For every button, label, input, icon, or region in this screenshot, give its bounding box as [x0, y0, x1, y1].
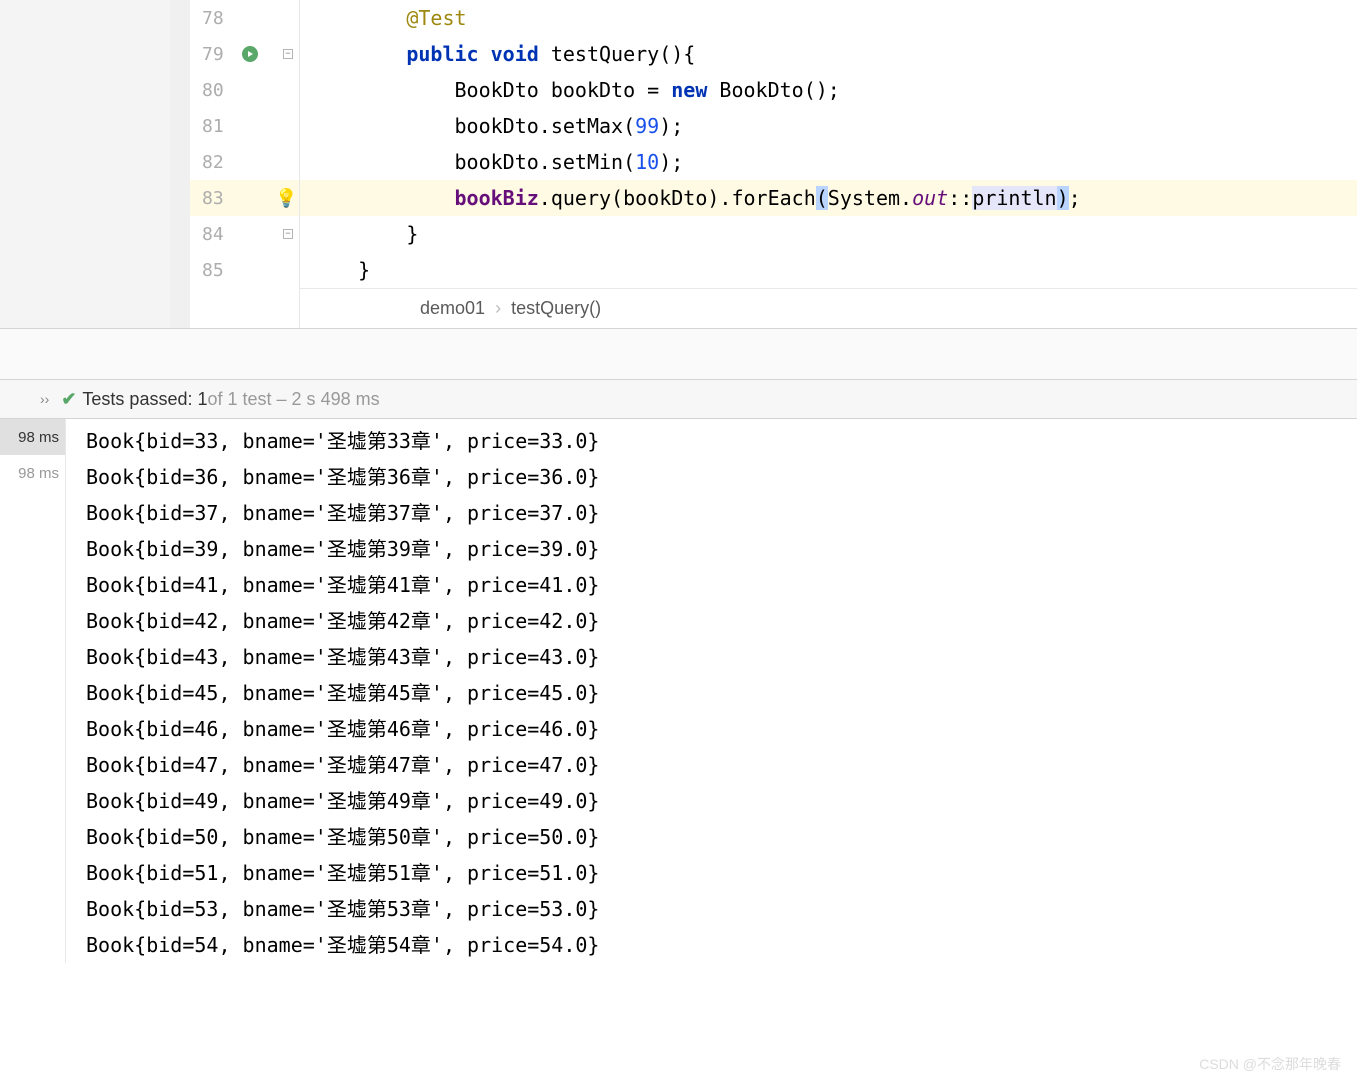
test-tree-sidebar[interactable]: 98 ms 98 ms	[0, 419, 66, 963]
line-number: 80	[202, 80, 224, 101]
intention-bulb-icon[interactable]: 💡	[275, 188, 297, 209]
output-area: 98 ms 98 ms Book{bid=33, bname='圣墟第33章',…	[0, 419, 1357, 963]
annotation: @Test	[406, 6, 466, 30]
gutter[interactable]: 78 79 − 80 81 82 83 💡 84 − 85	[190, 0, 300, 328]
console-line: Book{bid=51, bname='圣墟第51章', price=51.0}	[86, 855, 1357, 891]
gutter-line[interactable]: 84 −	[190, 216, 299, 252]
watermark: CSDN @不念那年晚春	[1199, 1054, 1341, 1074]
console-line: Book{bid=33, bname='圣墟第33章', price=33.0}	[86, 423, 1357, 459]
code-line[interactable]: BookDto bookDto = new BookDto();	[300, 72, 1357, 108]
spacer	[0, 329, 1357, 379]
gutter-line-current[interactable]: 83 💡	[190, 180, 299, 216]
console-line: Book{bid=42, bname='圣墟第42章', price=42.0}	[86, 603, 1357, 639]
gutter-line[interactable]: 85	[190, 252, 299, 288]
test-node[interactable]: 98 ms	[0, 419, 65, 455]
check-icon: ✔	[61, 389, 76, 410]
console-line: Book{bid=43, bname='圣墟第43章', price=43.0}	[86, 639, 1357, 675]
console-line: Book{bid=47, bname='圣墟第47章', price=47.0}	[86, 747, 1357, 783]
line-number: 83	[202, 188, 224, 209]
breadcrumb-item[interactable]: testQuery()	[511, 298, 601, 319]
console-line: Book{bid=50, bname='圣墟第50章', price=50.0}	[86, 819, 1357, 855]
console-line: Book{bid=41, bname='圣墟第41章', price=41.0}	[86, 567, 1357, 603]
line-number: 78	[202, 8, 224, 29]
code-line[interactable]: @Test	[300, 0, 1357, 36]
console-line: Book{bid=46, bname='圣墟第46章', price=46.0}	[86, 711, 1357, 747]
code-area[interactable]: @Test public void testQuery(){ BookDto b…	[300, 0, 1357, 328]
line-number: 82	[202, 152, 224, 173]
code-line[interactable]: bookDto.setMax(99);	[300, 108, 1357, 144]
code-line[interactable]: bookDto.setMin(10);	[300, 144, 1357, 180]
left-margin	[0, 0, 190, 328]
gutter-line[interactable]: 78	[190, 0, 299, 36]
console-line: Book{bid=37, bname='圣墟第37章', price=37.0}	[86, 495, 1357, 531]
gutter-line[interactable]: 79 −	[190, 36, 299, 72]
run-test-icon[interactable]	[242, 46, 258, 62]
chevron-right-icon: ›	[495, 298, 501, 319]
test-status-bar: ›› ✔ Tests passed: 1 of 1 test – 2 s 498…	[0, 379, 1357, 419]
breadcrumb[interactable]: demo01 › testQuery()	[300, 288, 1357, 328]
console-line: Book{bid=54, bname='圣墟第54章', price=54.0}	[86, 927, 1357, 963]
console-line: Book{bid=49, bname='圣墟第49章', price=49.0}	[86, 783, 1357, 819]
gutter-line[interactable]: 80	[190, 72, 299, 108]
code-line[interactable]: public void testQuery(){	[300, 36, 1357, 72]
code-line[interactable]: }	[300, 252, 1357, 288]
fold-icon[interactable]: −	[283, 229, 293, 239]
console-line: Book{bid=45, bname='圣墟第45章', price=45.0}	[86, 675, 1357, 711]
test-node[interactable]: 98 ms	[0, 455, 65, 491]
tests-detail: of 1 test – 2 s 498 ms	[208, 389, 380, 410]
console-line: Book{bid=53, bname='圣墟第53章', price=53.0}	[86, 891, 1357, 927]
line-number: 85	[202, 260, 224, 281]
console-line: Book{bid=36, bname='圣墟第36章', price=36.0}	[86, 459, 1357, 495]
tests-passed-label: Tests passed: 1	[82, 389, 207, 410]
gutter-line[interactable]: 81	[190, 108, 299, 144]
gutter-line[interactable]: 82	[190, 144, 299, 180]
line-number: 81	[202, 116, 224, 137]
console-output[interactable]: Book{bid=33, bname='圣墟第33章', price=33.0}…	[66, 419, 1357, 963]
console-line: Book{bid=39, bname='圣墟第39章', price=39.0}	[86, 531, 1357, 567]
code-line[interactable]: }	[300, 216, 1357, 252]
line-number: 84	[202, 224, 224, 245]
editor-area: 78 79 − 80 81 82 83 💡 84 − 85 @Test publ…	[0, 0, 1357, 329]
code-line-current[interactable]: bookBiz.query(bookDto).forEach(System.ou…	[300, 180, 1357, 216]
fold-icon[interactable]: −	[283, 49, 293, 59]
breadcrumb-item[interactable]: demo01	[420, 298, 485, 319]
expand-icon[interactable]: ››	[40, 391, 49, 407]
line-number: 79	[202, 44, 224, 65]
